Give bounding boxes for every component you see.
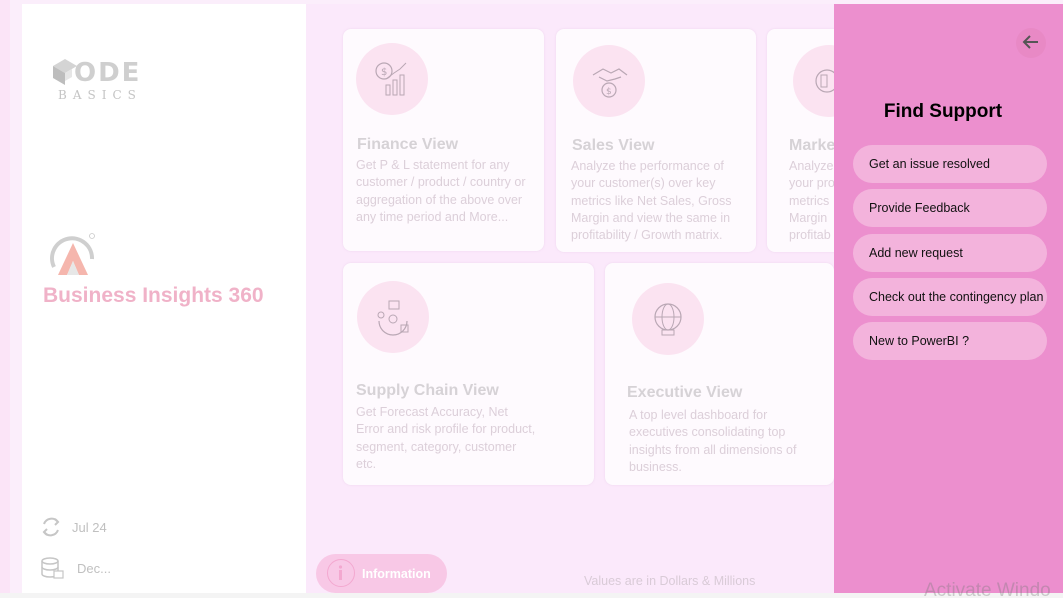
button-label: New to PowerBI ? bbox=[869, 334, 970, 348]
app-logo-icon bbox=[50, 233, 95, 275]
database-icon bbox=[41, 557, 64, 579]
contingency-plan-button[interactable]: Check out the contingency plan bbox=[853, 278, 1047, 316]
finance-chart-icon: $ bbox=[356, 43, 428, 115]
card-title: Supply Chain View bbox=[356, 382, 499, 399]
card-description: A top level dashboard for executives con… bbox=[629, 408, 797, 474]
card-description: Get P & L statement for any customer / p… bbox=[356, 158, 526, 224]
button-label: Add new request bbox=[869, 246, 963, 260]
card-title: Finance View bbox=[357, 136, 459, 153]
activation-watermark: Activate Windo bbox=[924, 580, 1051, 598]
bottom-bar bbox=[0, 593, 1063, 598]
info-icon bbox=[327, 559, 355, 587]
button-label: Provide Feedback bbox=[869, 201, 970, 215]
card-finance-view[interactable]: $ Finance View Get P & L statement for a… bbox=[343, 29, 544, 251]
codebasics-logo: ODE BASICS bbox=[52, 58, 152, 104]
card-supply-chain-view[interactable]: Supply Chain View Get Forecast Accuracy,… bbox=[343, 263, 594, 485]
logo-subtitle: BASICS bbox=[58, 88, 142, 102]
add-new-request-button[interactable]: Add new request bbox=[853, 234, 1047, 272]
button-label: Get an issue resolved bbox=[869, 157, 990, 171]
information-button[interactable]: Information bbox=[316, 554, 447, 593]
left-edge-strip bbox=[0, 0, 10, 598]
get-issue-resolved-button[interactable]: Get an issue resolved bbox=[853, 145, 1047, 183]
back-button[interactable] bbox=[1016, 28, 1046, 58]
app-title: Business Insights 360 bbox=[43, 284, 264, 307]
last-refresh-date: Jul 24 bbox=[72, 520, 107, 535]
values-note: Values are in Dollars & Millions bbox=[584, 574, 756, 588]
provide-feedback-button[interactable]: Provide Feedback bbox=[853, 189, 1047, 227]
supply-chain-icon bbox=[357, 281, 429, 353]
report-canvas: ODE BASICS Business Insights 360 Jul 24 … bbox=[0, 0, 1063, 598]
executive-globe-icon bbox=[632, 283, 704, 355]
card-description: Analyze your pro metrics Margin profitab bbox=[789, 159, 835, 243]
card-title: Marke bbox=[789, 137, 836, 154]
card-executive-view[interactable]: Executive View A top level dashboard for… bbox=[605, 263, 834, 485]
logo-word: ODE bbox=[74, 58, 142, 88]
new-to-powerbi-button[interactable]: New to PowerBI ? bbox=[853, 322, 1047, 360]
card-sales-view[interactable]: $ Sales View Analyze the performance of … bbox=[556, 29, 756, 252]
card-title: Sales View bbox=[572, 137, 655, 154]
support-title: Find Support bbox=[883, 101, 1003, 122]
card-description: Analyze the performance of your customer… bbox=[571, 159, 732, 243]
svg-text:$: $ bbox=[606, 87, 612, 97]
information-label: Information bbox=[362, 567, 431, 581]
arrow-left-icon bbox=[1022, 35, 1038, 49]
data-source-label: Dec... bbox=[77, 561, 111, 576]
svg-text:$: $ bbox=[381, 67, 387, 78]
button-label: Check out the contingency plan bbox=[869, 290, 1044, 304]
card-description: Get Forecast Accuracy, Net Error and ris… bbox=[356, 405, 536, 471]
handshake-icon: $ bbox=[573, 45, 645, 117]
refresh-icon bbox=[42, 517, 60, 537]
card-title: Executive View bbox=[627, 384, 743, 401]
